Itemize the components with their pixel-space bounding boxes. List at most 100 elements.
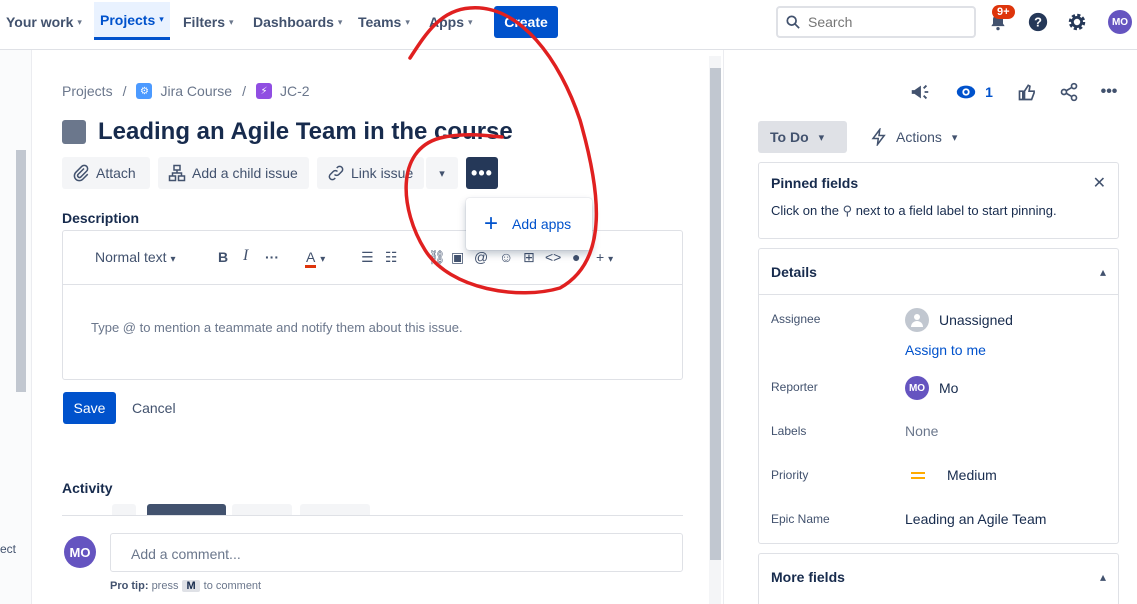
chevron-down-icon: ▾ (170, 254, 176, 265)
image-icon[interactable]: ▣ (451, 249, 464, 266)
avatar: MO (905, 376, 929, 400)
status-label: To Do (770, 129, 809, 145)
pro-tip-label: Pro tip: (110, 580, 149, 592)
link-issue-dropdown[interactable]: ▾ (426, 157, 458, 189)
description-editor[interactable]: Normal text ▾ B I ··· A ▾ ☰ ☷ ⛓ ▣ @ ☺ ⊞ … (62, 230, 683, 380)
add-child-label: Add a child issue (192, 165, 298, 181)
chevron-down-icon: ▾ (159, 14, 164, 24)
epic-name-value[interactable]: Leading an Agile Team (905, 511, 1046, 527)
cancel-button[interactable]: Cancel (132, 400, 176, 416)
assign-to-me-link[interactable]: Assign to me (905, 342, 986, 358)
link-issue-button[interactable]: Link issue (317, 157, 424, 189)
nav-filters[interactable]: Filters ▾ (183, 0, 234, 44)
nav-label: Teams (358, 14, 402, 30)
nav-apps[interactable]: Apps ▾ (429, 0, 473, 44)
status-button[interactable]: To Do ▾ (758, 121, 847, 153)
bullet-list-icon[interactable]: ☰ (361, 249, 374, 266)
filter-chip-worklog[interactable] (300, 504, 370, 515)
link-icon[interactable]: ⛓ (428, 249, 446, 266)
nav-label: Apps (429, 14, 464, 30)
more-formatting-icon[interactable]: ··· (265, 249, 279, 265)
search-icon (786, 15, 800, 29)
pinned-text-after: next to a field label to start pinning. (855, 203, 1057, 218)
details-title: Details (771, 263, 817, 280)
watch-button[interactable]: 1 (954, 80, 994, 104)
comment-input[interactable]: Add a comment... (110, 533, 683, 572)
activity-filter-row (62, 504, 683, 516)
pinned-fields-title: Pinned fields (771, 175, 859, 191)
emoji-icon[interactable]: ☺ (499, 249, 513, 265)
issue-title[interactable]: Leading an Agile Team in the course (98, 118, 513, 146)
sidebar-scrollbar[interactable] (16, 150, 26, 392)
more-actions-button[interactable]: ••• (466, 157, 498, 189)
thumbs-up-icon (1018, 84, 1035, 101)
sidebar-cut-text: ect (0, 542, 17, 556)
add-apps-menu-item[interactable]: + Add apps (466, 198, 592, 250)
pro-tip-text: press (151, 580, 179, 592)
more-icon[interactable]: ••• (1097, 80, 1121, 104)
text-color-icon[interactable]: A ▾ (305, 249, 325, 268)
reporter-value[interactable]: MO Mo (905, 376, 958, 400)
settings-button[interactable] (1063, 8, 1091, 36)
table-icon[interactable]: ⊞ (523, 249, 535, 266)
breadcrumb-projects[interactable]: Projects (62, 83, 113, 99)
share-button[interactable] (1057, 80, 1081, 104)
filter-chip-comments[interactable] (147, 504, 226, 515)
filter-chip-all[interactable] (112, 504, 136, 515)
create-button[interactable]: Create (494, 6, 558, 38)
chevron-up-icon: ▴ (1099, 570, 1106, 584)
nav-teams[interactable]: Teams ▾ (358, 0, 410, 44)
megaphone-icon (911, 84, 929, 100)
priority-value[interactable]: Medium (905, 467, 997, 483)
search-input[interactable] (808, 14, 958, 30)
vote-button[interactable] (1015, 80, 1039, 104)
code-icon[interactable]: <> (545, 249, 561, 265)
paperclip-icon (73, 164, 89, 182)
numbered-list-icon[interactable]: ☷ (385, 249, 398, 266)
breadcrumb-issue-key[interactable]: JC-2 (280, 83, 310, 99)
assignee-value[interactable]: Unassigned (905, 308, 1013, 332)
issue-type-icon[interactable] (62, 120, 86, 144)
feedback-button[interactable] (908, 80, 932, 104)
main-scrollbar-thumb[interactable] (710, 68, 721, 560)
add-child-issue-button[interactable]: Add a child issue (158, 157, 309, 189)
assignee-label: Assignee (771, 312, 821, 326)
help-button[interactable]: ? (1024, 8, 1052, 36)
insert-more-icon[interactable]: + ▾ (596, 249, 613, 265)
user-avatar[interactable]: MO (1108, 10, 1132, 34)
mention-icon[interactable]: @ (474, 249, 488, 265)
text-style-select[interactable]: Normal text ▾ (95, 249, 176, 265)
priority-medium-icon (911, 471, 925, 479)
pro-tip: Pro tip: press Mto comment (110, 580, 261, 592)
attach-button[interactable]: Attach (62, 157, 150, 189)
notification-badge: 9+ (992, 5, 1015, 19)
gear-icon (1068, 13, 1086, 31)
labels-value[interactable]: None (905, 423, 938, 439)
breadcrumb-project[interactable]: Jira Course (160, 83, 232, 99)
actions-button[interactable]: Actions ▾ (870, 121, 957, 153)
nav-projects[interactable]: Projects ▾ (94, 2, 170, 40)
link-issue-label: Link issue (351, 165, 414, 181)
search-box[interactable] (776, 6, 976, 38)
pinned-text-before: Click on the (771, 203, 839, 218)
filter-chip-history[interactable] (232, 504, 292, 515)
reporter-label: Reporter (771, 380, 818, 394)
pin-icon: ⚲ (842, 203, 853, 218)
italic-icon[interactable]: I (243, 247, 248, 265)
chevron-up-icon: ▴ (1099, 264, 1106, 279)
info-icon[interactable]: ● (572, 249, 580, 265)
nav-dashboards[interactable]: Dashboards ▾ (253, 0, 342, 44)
breadcrumb-separator: / (242, 83, 246, 99)
close-icon[interactable]: ✕ (1093, 173, 1106, 193)
svg-text:?: ? (1034, 15, 1042, 30)
save-button[interactable]: Save (63, 392, 116, 424)
pinned-fields-text: Click on the ⚲ next to a field label to … (759, 203, 1118, 219)
nav-your-work[interactable]: Your work ▾ (6, 0, 82, 44)
reporter-text: Mo (939, 380, 959, 396)
more-fields-header[interactable]: More fields ▴ (759, 554, 1118, 600)
bold-icon[interactable]: B (218, 249, 228, 265)
chevron-down-icon: ▾ (951, 131, 958, 144)
add-apps-label: Add apps (512, 216, 572, 232)
nav-label: Your work (6, 14, 74, 30)
details-header[interactable]: Details ▴ (759, 249, 1118, 295)
